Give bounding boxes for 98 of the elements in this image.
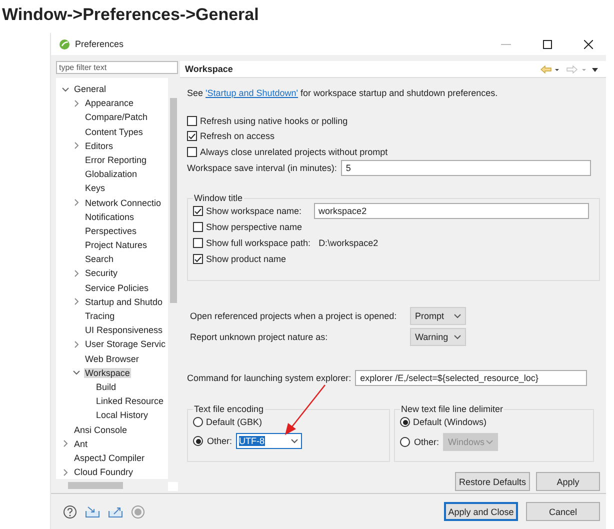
field-label: Report unknown project nature as: [190,332,329,342]
checkbox-label: Show full workspace path: [206,238,311,248]
radio-button[interactable] [193,436,203,446]
checkbox-label: Show perspective name [206,222,302,232]
radio-label: Default (Windows) [413,417,487,427]
tree-item[interactable]: Ansi Console [73,424,128,435]
tree-item[interactable]: Build [95,382,118,392]
filter-field[interactable]: type filter text [56,61,178,74]
checkbox[interactable] [187,146,197,156]
radio-button[interactable] [193,417,203,427]
chevron-right-icon[interactable] [73,199,80,206]
tree-item[interactable]: Workspace [84,368,131,378]
chevron-right-icon[interactable] [73,100,80,107]
chevron-down-icon [454,334,461,340]
radio-button[interactable] [400,437,410,447]
checkbox[interactable] [193,206,203,216]
dropdown[interactable]: Warning [410,328,466,346]
tree-item[interactable]: Ant [73,438,89,449]
tree-item[interactable]: Service Policies [84,282,150,293]
tree-item[interactable]: Appearance [84,98,135,108]
chevron-down-icon[interactable] [73,369,80,376]
dialog-button[interactable]: Cancel [526,502,600,521]
import-icon[interactable] [85,506,100,518]
tree-item[interactable]: Error Reporting [84,154,148,165]
startup-link[interactable]: 'Startup and Shutdown' [206,88,298,98]
vertical-scrollbar[interactable] [168,78,178,482]
page-heading: Window->Preferences->General [1,4,260,26]
export-icon[interactable] [108,506,123,518]
close-icon[interactable] [584,40,592,48]
chevron-down-icon [454,314,461,318]
checkbox-label: Show workspace name: [206,206,302,216]
checkbox-label: Refresh using native hooks or polling [200,116,348,126]
checkbox-label: Always close unrelated projects without prompt [200,146,388,156]
field-label: Workspace save interval (in minutes): [187,163,337,174]
input-field[interactable]: workspace2 [314,203,589,220]
dropdown[interactable]: Prompt [410,307,466,325]
combo-field[interactable]: UTF-8 [236,433,302,449]
group-title: Window title [193,193,244,204]
chevron-right-icon[interactable] [73,340,80,348]
input-field[interactable]: explorer /E,/select=${selected_resource_loc} [355,370,588,386]
chevron-right-icon[interactable] [73,298,80,306]
horizontal-scrollbar[interactable] [56,479,168,491]
restore-defaults-button[interactable]: Restore Defaults [455,472,530,491]
checkbox[interactable] [187,131,197,142]
tree-item[interactable]: User Storage Servic [84,339,167,350]
annotation-arrow [283,384,327,436]
group-title: New text file line delimiter [400,404,504,414]
radio-label: Other: [207,436,232,446]
chevron-right-icon[interactable] [62,440,69,448]
radio-label: Default (GBK) [206,417,262,427]
tree-item[interactable]: Startup and Shutdo [84,296,164,307]
tree-item[interactable]: Search [84,254,115,264]
radio-button[interactable] [400,417,410,427]
chevron-down-icon [486,440,494,444]
help-icon[interactable] [63,504,77,518]
navigation-arrows-icon[interactable] [540,64,600,74]
tree-item[interactable]: Content Types [84,126,144,137]
tree-item[interactable]: Security [84,268,119,278]
chevron-right-icon[interactable] [62,468,69,476]
chevron-right-icon[interactable] [73,142,80,150]
chevron-down-icon [291,438,298,444]
maximize-icon[interactable] [542,40,552,48]
checkbox-label: Refresh on access [200,131,275,142]
tree-item[interactable]: UI Responsiveness [84,325,164,336]
group-title: Text file encoding [193,404,265,414]
checkbox[interactable] [187,116,197,126]
tree-item[interactable]: Globalization [84,169,138,180]
input-field[interactable]: 5 [340,160,591,176]
window-title: Preferences [75,39,125,49]
apply-button[interactable]: Apply [536,472,600,491]
tree-item[interactable]: Editors [84,140,114,151]
tree-item[interactable]: Linked Resource [95,396,165,406]
tree-item[interactable]: Local History [95,410,150,420]
description-text: See 'Startup and Shutdown' for workspace startup and shutdown preferences. [187,88,499,98]
tree-item[interactable]: AspectJ Compiler [73,452,146,463]
leaf-logo-icon [59,38,70,50]
radio-label: Other: [414,437,440,447]
tree-item[interactable]: Tracing [84,311,116,322]
checkbox[interactable] [193,238,203,248]
field-label: Open referenced projects when a project is opened: [190,311,398,321]
tree-item[interactable]: Notifications [84,212,136,222]
checkbox[interactable] [193,254,203,264]
field-label: Command for launching system explorer: [187,373,352,383]
chevron-right-icon[interactable] [73,270,80,277]
chevron-down-icon[interactable] [62,86,69,93]
tree-item[interactable]: Cloud Foundry [73,467,134,478]
tree-item[interactable]: Network Connectio [84,198,162,208]
checkbox[interactable] [193,222,203,232]
dialog-button[interactable]: Apply and Close [444,502,518,521]
path-text: D:\workspace2 [318,238,378,248]
tree-item[interactable]: Project Natures [84,240,148,250]
tree-item[interactable]: Perspectives [84,226,138,236]
tree-item[interactable]: Compare/Patch [84,112,149,122]
tree-item[interactable]: Web Browser [84,354,140,364]
checkbox-label: Show product name [206,254,286,264]
page-title: Workspace [185,64,233,74]
tree-item[interactable]: Keys [84,183,106,194]
tree-item[interactable]: General [73,84,108,94]
